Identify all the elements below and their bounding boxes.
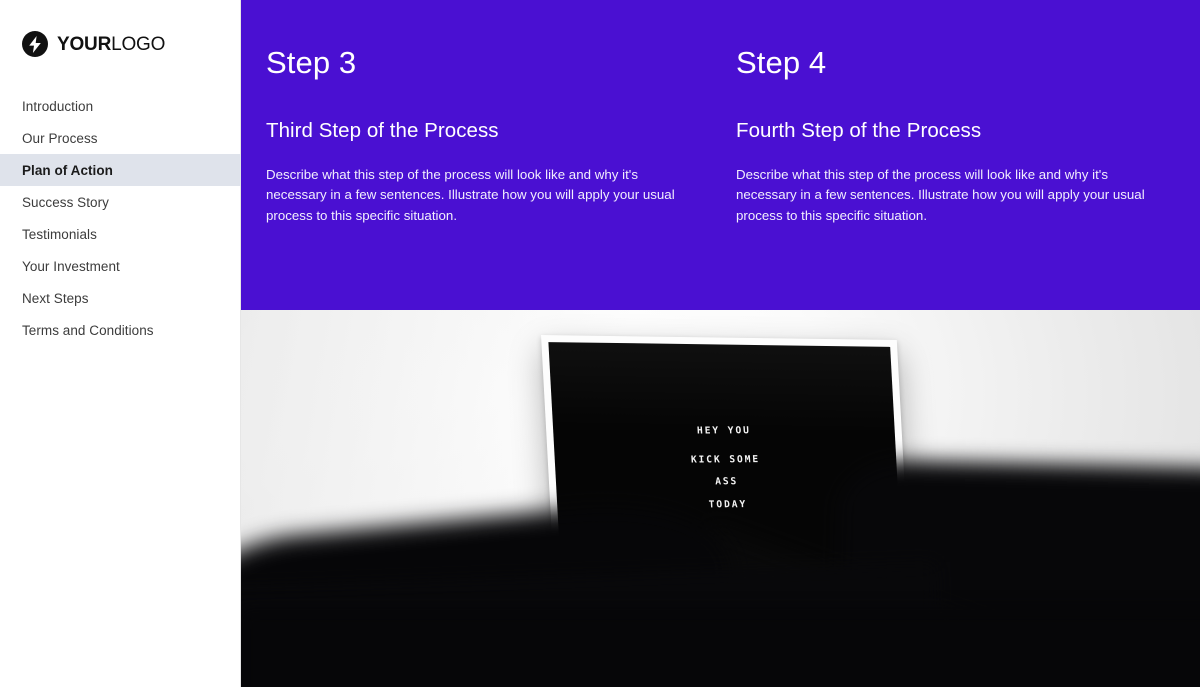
letterboard-line-2: KICK SOME: [690, 453, 761, 466]
sidebar-item-label: Your Investment: [22, 258, 120, 274]
sidebar-item-plan-of-action[interactable]: Plan of Action: [0, 154, 241, 186]
sidebar-item-next-steps[interactable]: Next Steps: [0, 282, 241, 314]
sidebar-item-label: Plan of Action: [22, 162, 113, 178]
step-column-3: Step 3 Third Step of the Process Describ…: [266, 45, 736, 227]
main-content: Step 3 Third Step of the Process Describ…: [241, 0, 1200, 687]
logo[interactable]: YOURLOGO: [0, 0, 240, 57]
sidebar-item-success-story[interactable]: Success Story: [0, 186, 241, 218]
sidebar-item-terms-and-conditions[interactable]: Terms and Conditions: [0, 314, 241, 346]
step-heading: Third Step of the Process: [266, 119, 499, 143]
sidebar-item-your-investment[interactable]: Your Investment: [0, 250, 241, 282]
sidebar-item-label: Testimonials: [22, 226, 97, 242]
sidebar-item-label: Our Process: [22, 130, 98, 146]
presentation-page: YOURLOGO Introduction Our Process Plan o…: [0, 0, 1200, 687]
sidebar-item-introduction[interactable]: Introduction: [0, 90, 241, 122]
step-body-text: Describe what this step of the process w…: [736, 166, 1145, 223]
sidebar-nav: Introduction Our Process Plan of Action …: [0, 90, 241, 346]
sidebar-item-label: Terms and Conditions: [22, 322, 154, 338]
hero-photo: HEY YOU KICK SOME ASS TODAY: [241, 310, 1200, 687]
logo-text-bold: YOUR: [57, 33, 112, 55]
step-body-text: Describe what this step of the process w…: [266, 166, 675, 223]
logo-text-light: LOGO: [111, 33, 166, 55]
steps-columns: Step 3 Third Step of the Process Describ…: [241, 0, 1200, 227]
lightning-bolt-icon: [22, 31, 48, 57]
logo-text: YOURLOGO: [57, 35, 165, 54]
sidebar-item-label: Introduction: [22, 98, 94, 114]
letterboard-spacer: [554, 435, 896, 456]
sofa-foreground: [241, 610, 1200, 687]
sidebar-item-testimonials[interactable]: Testimonials: [0, 218, 241, 250]
step-number: Step 4: [736, 45, 827, 80]
sidebar-item-our-process[interactable]: Our Process: [0, 122, 241, 154]
sidebar-item-label: Success Story: [22, 194, 109, 210]
step-heading: Fourth Step of the Process: [736, 119, 982, 143]
sidebar: YOURLOGO Introduction Our Process Plan o…: [0, 0, 241, 687]
sidebar-item-label: Next Steps: [22, 290, 89, 306]
step-number: Step 3: [266, 45, 357, 80]
step-column-4: Step 4 Fourth Step of the Process Descri…: [736, 45, 1196, 227]
steps-panel: Step 3 Third Step of the Process Describ…: [241, 0, 1200, 310]
